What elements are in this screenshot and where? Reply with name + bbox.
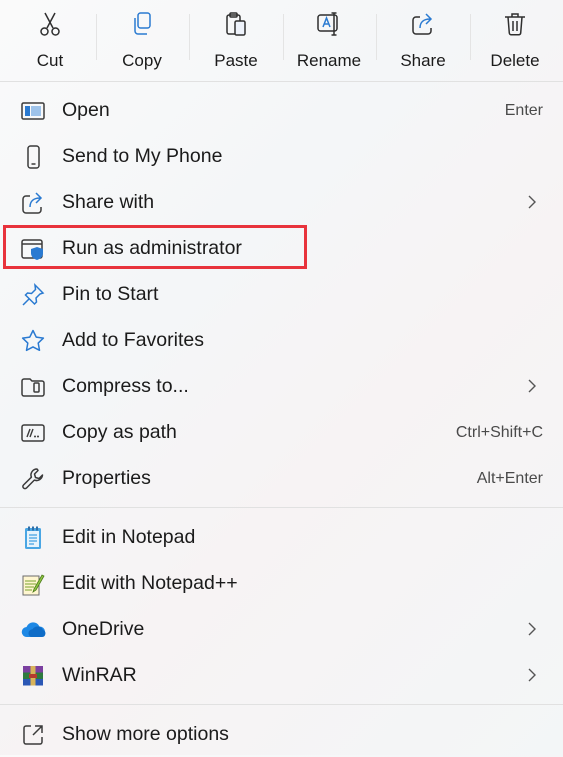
rename-icon bbox=[317, 12, 338, 36]
menu-item-share-with[interactable]: Share with bbox=[0, 179, 563, 225]
shortcut-text: Enter bbox=[504, 102, 543, 119]
menu-item-label: Pin to Start bbox=[62, 283, 159, 305]
paste-button[interactable]: Paste bbox=[193, 6, 279, 76]
menu-divider bbox=[0, 704, 563, 705]
chevron-right-icon bbox=[528, 622, 536, 636]
toolbar-divider bbox=[470, 14, 471, 60]
shield-window-icon bbox=[21, 239, 43, 260]
toolbar-divider bbox=[189, 14, 190, 60]
menu-item-copy-as-path[interactable]: Copy as path Ctrl+Shift+C bbox=[0, 409, 563, 455]
share-label: Share bbox=[400, 51, 446, 70]
pin-icon bbox=[22, 282, 45, 306]
menu-item-label: Run as administrator bbox=[62, 237, 242, 259]
onedrive-cloud-icon bbox=[21, 622, 46, 638]
menu-item-winrar[interactable]: WinRAR bbox=[0, 652, 563, 698]
context-menu: Cut Copy Paste Rename Share Delete Open … bbox=[0, 0, 563, 755]
copy-button[interactable]: Copy bbox=[99, 6, 185, 76]
share-button[interactable]: Share bbox=[380, 6, 466, 76]
wrench-icon bbox=[22, 468, 44, 490]
chevron-right-icon bbox=[528, 195, 536, 209]
menu-item-label: Show more options bbox=[62, 723, 229, 745]
shortcut-text: Ctrl+Shift+C bbox=[455, 424, 543, 441]
menu-item-open[interactable]: Open Enter bbox=[0, 87, 563, 133]
chevron-right-icon bbox=[528, 379, 536, 393]
chevron-right-icon bbox=[528, 668, 536, 682]
menu-item-edit-with-notepadpp[interactable]: Edit with Notepad++ bbox=[0, 560, 563, 606]
notepadpp-icon bbox=[22, 574, 45, 596]
rename-label: Rename bbox=[296, 51, 362, 70]
menu-item-label: Copy as path bbox=[62, 421, 177, 443]
toolbar-divider bbox=[283, 14, 284, 60]
menu-item-run-as-administrator[interactable]: Run as administrator bbox=[0, 225, 563, 271]
share-icon bbox=[22, 192, 43, 214]
menu-item-onedrive[interactable]: OneDrive bbox=[0, 606, 563, 652]
copy-icon bbox=[134, 12, 151, 35]
menu-item-label: Edit in Notepad bbox=[62, 526, 196, 548]
trash-icon bbox=[505, 13, 525, 36]
notepad-icon bbox=[25, 526, 41, 549]
toolbar-divider bbox=[376, 14, 377, 60]
open-window-icon bbox=[21, 102, 45, 120]
menu-item-label: OneDrive bbox=[62, 618, 145, 640]
rename-button[interactable]: Rename bbox=[286, 6, 372, 76]
zip-folder-icon bbox=[21, 378, 45, 397]
scissors-icon bbox=[40, 12, 60, 36]
menu-item-show-more-options[interactable]: Show more options bbox=[0, 711, 563, 757]
cut-button[interactable]: Cut bbox=[7, 6, 93, 76]
menu-item-send-to-phone[interactable]: Send to My Phone bbox=[0, 133, 563, 179]
menu-item-label: Compress to... bbox=[62, 375, 189, 397]
winrar-icon bbox=[23, 666, 43, 686]
delete-button[interactable]: Delete bbox=[472, 6, 558, 76]
menu-item-properties[interactable]: Properties Alt+Enter bbox=[0, 455, 563, 501]
menu-item-label: Edit with Notepad++ bbox=[62, 572, 238, 594]
phone-icon bbox=[27, 145, 40, 169]
menu-item-label: Share with bbox=[62, 191, 155, 213]
shortcut-text: Alt+Enter bbox=[476, 470, 543, 487]
menu-item-label: Add to Favorites bbox=[62, 329, 204, 351]
paste-label: Paste bbox=[214, 51, 258, 70]
cut-label: Cut bbox=[36, 51, 64, 70]
menu-item-edit-in-notepad[interactable]: Edit in Notepad bbox=[0, 514, 563, 560]
menu-item-label: WinRAR bbox=[62, 664, 137, 686]
menu-item-compress-to[interactable]: Compress to... bbox=[0, 363, 563, 409]
star-icon bbox=[21, 329, 45, 352]
menu-item-label: Send to My Phone bbox=[62, 145, 223, 167]
menu-item-label: Properties bbox=[62, 467, 151, 489]
share-icon bbox=[412, 13, 433, 35]
delete-label: Delete bbox=[490, 51, 540, 70]
expand-icon bbox=[23, 725, 43, 745]
menu-divider bbox=[0, 81, 563, 82]
copy-label: Copy bbox=[122, 51, 162, 70]
clipboard-icon bbox=[226, 12, 246, 36]
menu-item-add-to-favorites[interactable]: Add to Favorites bbox=[0, 317, 563, 363]
menu-item-pin-to-start[interactable]: Pin to Start bbox=[0, 271, 563, 317]
menu-divider bbox=[0, 507, 563, 508]
menu-item-label: Open bbox=[62, 99, 110, 121]
path-icon bbox=[21, 424, 45, 442]
toolbar-divider bbox=[96, 14, 97, 60]
context-menu-toolbar: Cut Copy Paste Rename Share Delete bbox=[0, 0, 563, 80]
